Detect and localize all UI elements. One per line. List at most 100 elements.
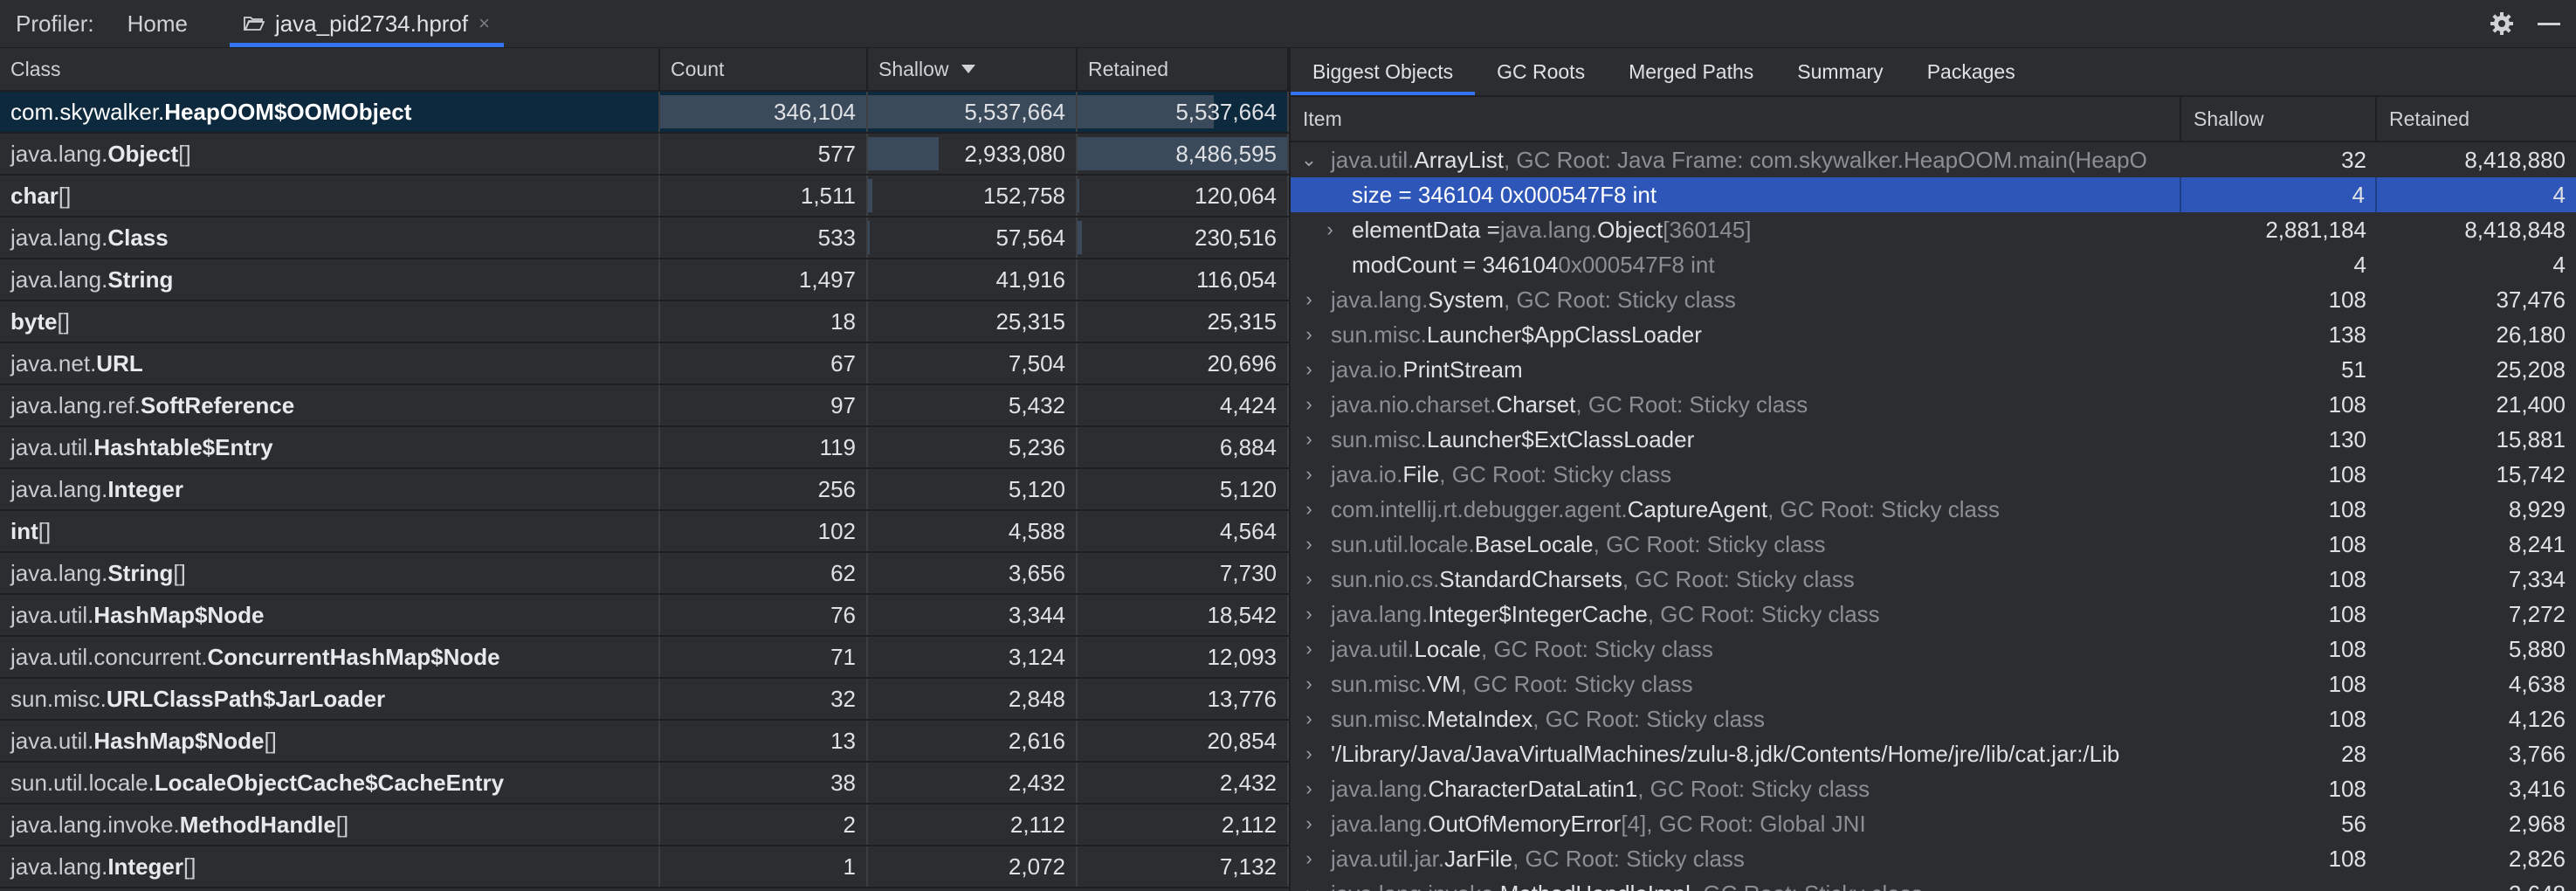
chevron-right-icon[interactable]: › bbox=[1299, 638, 1319, 660]
shallow-cell[interactable]: 4,588 bbox=[868, 511, 1078, 551]
class-name-cell[interactable]: java.util. HashMap$Node[] bbox=[0, 721, 660, 761]
tree-row[interactable]: › sun.misc. Launcher$ExtClassLoader 130 15,8… bbox=[1291, 422, 2576, 457]
tree-item-cell[interactable]: › '/Library/Java/JavaVirtualMachines/zulu… bbox=[1291, 736, 2181, 771]
table-row[interactable]: char[] 1,511 152,758 120,064 bbox=[0, 176, 1289, 218]
tree-row[interactable]: › java.util.jar. JarFile, GC Root: Sticky … bbox=[1291, 841, 2576, 876]
class-name-cell[interactable]: java.lang. Integer[] bbox=[0, 846, 660, 887]
class-name-cell[interactable]: java.lang. Class bbox=[0, 218, 660, 258]
gear-icon[interactable] bbox=[2489, 10, 2515, 37]
tab-home[interactable]: Home bbox=[127, 10, 188, 38]
chevron-down-icon[interactable]: ⌄ bbox=[1299, 148, 1319, 171]
tree-row[interactable]: › '/Library/Java/JavaVirtualMachines/zulu… bbox=[1291, 736, 2576, 771]
retained-cell[interactable]: 116,054 bbox=[1078, 259, 1289, 300]
table-row[interactable]: java.util.concurrent. ConcurrentHashMap$N… bbox=[0, 637, 1289, 679]
column-header-item[interactable]: Item bbox=[1291, 97, 2181, 141]
table-row[interactable]: java.net. URL 67 7,504 20,696 bbox=[0, 343, 1289, 385]
tree-item-cell[interactable]: › sun.misc. MetaIndex, GC Root: Sticky cla… bbox=[1291, 701, 2181, 736]
tree-row[interactable]: › java.nio.charset. Charset, GC Root: Stic… bbox=[1291, 387, 2576, 422]
chevron-right-icon[interactable]: › bbox=[1299, 847, 1319, 870]
class-name-cell[interactable]: java.lang. Integer bbox=[0, 469, 660, 509]
shallow-cell[interactable]: 5,537,664 bbox=[868, 92, 1078, 132]
table-row[interactable]: int[] 102 4,588 4,564 bbox=[0, 511, 1289, 553]
class-name-cell[interactable]: sun.misc. URLClassPath$JarLoader bbox=[0, 679, 660, 719]
retained-cell[interactable]: 12,093 bbox=[1078, 637, 1289, 677]
retained-cell[interactable]: 120,064 bbox=[1078, 176, 1289, 216]
count-cell[interactable]: 76 bbox=[660, 595, 868, 635]
tree-item-cell[interactable]: › java.util.jar. JarFile, GC Root: Sticky … bbox=[1291, 841, 2181, 876]
tree-row[interactable]: size = 346104 0x000547F8 int 4 4 bbox=[1291, 177, 2576, 212]
chevron-right-icon[interactable]: › bbox=[1299, 393, 1319, 416]
count-cell[interactable]: 62 bbox=[660, 553, 868, 593]
class-name-cell[interactable]: java.lang. String[] bbox=[0, 553, 660, 593]
chevron-right-icon[interactable]: › bbox=[1299, 882, 1319, 891]
chevron-right-icon[interactable]: › bbox=[1299, 603, 1319, 625]
chevron-right-icon[interactable]: › bbox=[1299, 323, 1319, 346]
table-row[interactable]: java.util. HashMap$Node[] 13 2,616 20,854 bbox=[0, 721, 1289, 763]
tree-row[interactable]: ⌄ java.util. ArrayList, GC Root: Java Fram… bbox=[1291, 142, 2576, 177]
retained-cell[interactable]: 2,432 bbox=[1078, 763, 1289, 803]
class-name-cell[interactable]: byte[] bbox=[0, 301, 660, 342]
class-name-cell[interactable]: java.lang.invoke. MethodHandle[] bbox=[0, 805, 660, 845]
shallow-cell[interactable]: 3,656 bbox=[868, 553, 1078, 593]
tree-item-cell[interactable]: › elementData = java.lang. Object [360145] bbox=[1291, 212, 2181, 247]
tree-row[interactable]: › elementData = java.lang. Object [360145] 2… bbox=[1291, 212, 2576, 247]
table-row[interactable]: java.lang.ref. SoftReference 97 5,432 4,424 bbox=[0, 385, 1289, 427]
table-row[interactable]: byte[] 18 25,315 25,315 bbox=[0, 301, 1289, 343]
class-name-cell[interactable]: java.net. URL bbox=[0, 343, 660, 383]
tree-item-cell[interactable]: › java.lang. System, GC Root: Sticky class bbox=[1291, 282, 2181, 317]
retained-cell[interactable]: 20,696 bbox=[1078, 343, 1289, 383]
count-cell[interactable]: 346,104 bbox=[660, 92, 868, 132]
count-cell[interactable]: 67 bbox=[660, 343, 868, 383]
tree-row[interactable]: › sun.misc. VM, GC Root: Sticky class 108 4,… bbox=[1291, 667, 2576, 701]
table-row[interactable]: java.lang.invoke. MethodHandle[] 2 2,112 2,1… bbox=[0, 805, 1289, 846]
shallow-cell[interactable]: 2,616 bbox=[868, 721, 1078, 761]
class-name-cell[interactable]: java.util. Hashtable$Entry bbox=[0, 427, 660, 467]
class-name-cell[interactable]: java.util.concurrent. ConcurrentHashMap$N… bbox=[0, 637, 660, 677]
tree-item-cell[interactable]: › java.io. File, GC Root: Sticky class bbox=[1291, 457, 2181, 492]
tree-item-cell[interactable]: › com.intellij.rt.debugger.agent. CaptureA… bbox=[1291, 492, 2181, 527]
retained-cell[interactable]: 13,776 bbox=[1078, 679, 1289, 719]
tree-row[interactable]: › java.lang. Integer$IntegerCache, GC Root… bbox=[1291, 597, 2576, 632]
tree-item-cell[interactable]: › java.lang. Integer$IntegerCache, GC Root… bbox=[1291, 597, 2181, 632]
table-row[interactable]: java.util. HashMap$Node 76 3,344 18,542 bbox=[0, 595, 1289, 637]
class-name-cell[interactable]: com.skywalker. HeapOOM$OOMObject bbox=[0, 92, 660, 132]
tree-row[interactable]: › java.lang. System, GC Root: Sticky class… bbox=[1291, 282, 2576, 317]
minimize-icon[interactable] bbox=[2538, 22, 2560, 25]
retained-cell[interactable]: 5,120 bbox=[1078, 469, 1289, 509]
tab-biggest-objects[interactable]: Biggest Objects bbox=[1291, 48, 1476, 95]
chevron-right-icon[interactable]: › bbox=[1299, 463, 1319, 486]
shallow-cell[interactable]: 57,564 bbox=[868, 218, 1078, 258]
tree-row[interactable]: › java.io. File, GC Root: Sticky class 108 1… bbox=[1291, 457, 2576, 492]
chevron-right-icon[interactable]: › bbox=[1299, 568, 1319, 591]
tree-item-cell[interactable]: modCount = 346104 0x000547F8 int bbox=[1291, 247, 2181, 282]
column-header-retained[interactable]: Retained bbox=[1078, 48, 1289, 90]
tree-row[interactable]: › java.lang. OutOfMemoryError [4], GC Root:… bbox=[1291, 806, 2576, 841]
tree-row[interactable]: › java.io. PrintStream 51 25,208 bbox=[1291, 352, 2576, 387]
tree-row[interactable]: › java.lang.invoke.MethodHandleImpl, GC R… bbox=[1291, 876, 2576, 891]
shallow-cell[interactable]: 2,072 bbox=[868, 846, 1078, 887]
shallow-cell[interactable]: 41,916 bbox=[868, 259, 1078, 300]
count-cell[interactable]: 102 bbox=[660, 511, 868, 551]
column-header-shallow[interactable]: Shallow bbox=[868, 48, 1078, 90]
table-row[interactable]: java.lang. Class 533 57,564 230,516 bbox=[0, 218, 1289, 259]
tree-item-cell[interactable]: › java.lang. CharacterDataLatin1, GC Root:… bbox=[1291, 771, 2181, 806]
table-row[interactable]: java.lang. Integer 256 5,120 5,120 bbox=[0, 469, 1289, 511]
table-row[interactable]: sun.misc. URLClassPath$JarLoader 32 2,848 13… bbox=[0, 679, 1289, 721]
tree-row[interactable]: › java.util. Locale, GC Root: Sticky class… bbox=[1291, 632, 2576, 667]
retained-cell[interactable]: 7,730 bbox=[1078, 553, 1289, 593]
column-header-shallow-right[interactable]: Shallow bbox=[2181, 97, 2377, 141]
class-name-cell[interactable]: java.lang. Object[] bbox=[0, 134, 660, 174]
chevron-right-icon[interactable]: › bbox=[1299, 498, 1319, 521]
table-row[interactable]: java.lang. String[] 62 3,656 7,730 bbox=[0, 553, 1289, 595]
chevron-right-icon[interactable]: › bbox=[1299, 358, 1319, 381]
chevron-right-icon[interactable]: › bbox=[1299, 812, 1319, 835]
shallow-cell[interactable]: 3,124 bbox=[868, 637, 1078, 677]
shallow-cell[interactable]: 2,112 bbox=[868, 805, 1078, 845]
tree-item-cell[interactable]: size = 346104 0x000547F8 int bbox=[1291, 177, 2181, 212]
tab-hprof-file[interactable]: java_pid2734.hprof × bbox=[229, 0, 505, 47]
close-icon[interactable]: × bbox=[479, 12, 490, 35]
column-header-retained-right[interactable]: Retained bbox=[2377, 97, 2576, 141]
count-cell[interactable]: 32 bbox=[660, 679, 868, 719]
class-name-cell[interactable]: sun.util.locale. LocaleObjectCache$CacheE… bbox=[0, 763, 660, 803]
tab-packages[interactable]: Packages bbox=[1905, 48, 2037, 95]
